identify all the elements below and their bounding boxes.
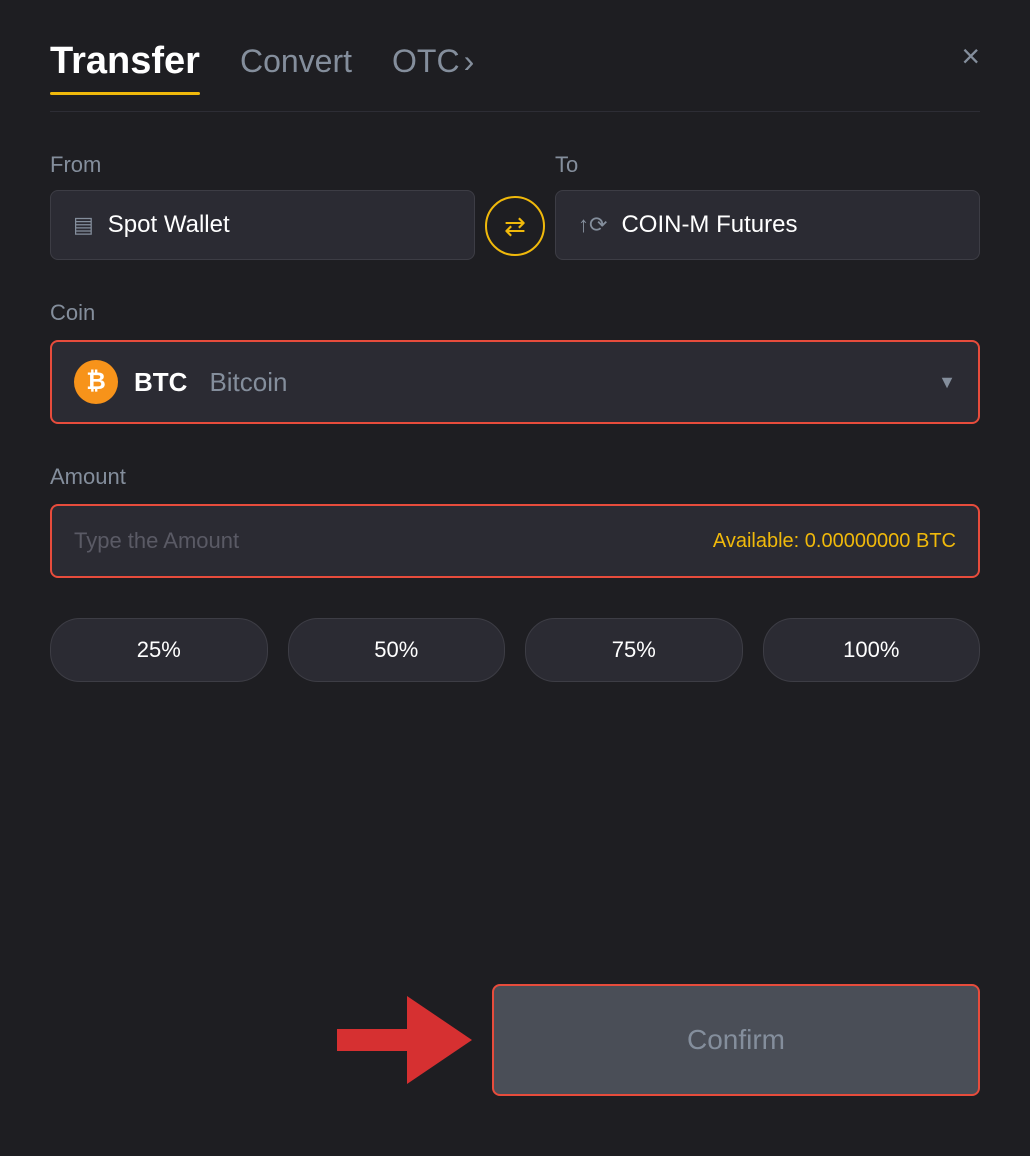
- header-divider: [50, 111, 980, 112]
- tab-otc[interactable]: OTC ›: [392, 43, 474, 92]
- to-futures-name: COIN-M Futures: [621, 211, 797, 239]
- amount-section: Amount Type the Amount Available: 0.0000…: [50, 464, 980, 578]
- available-value: 0.00000000 BTC: [805, 530, 956, 552]
- otc-chevron-icon: ›: [464, 43, 475, 80]
- bottom-section: Confirm: [50, 984, 980, 1096]
- coin-chevron-icon: ▼: [938, 372, 956, 393]
- from-label: From: [50, 152, 475, 178]
- pct-100-button[interactable]: 100%: [763, 618, 981, 682]
- close-button[interactable]: ×: [961, 40, 980, 72]
- tab-convert[interactable]: Convert: [240, 43, 352, 92]
- to-label: To: [555, 152, 980, 178]
- pct-50-button[interactable]: 50%: [288, 618, 506, 682]
- header-tabs: Transfer Convert OTC ›: [50, 40, 474, 95]
- arrow-tip: [407, 996, 472, 1084]
- amount-placeholder: Type the Amount: [74, 528, 239, 554]
- swap-icon: ⇄: [504, 211, 526, 242]
- from-wallet-selector[interactable]: ▤ Spot Wallet: [50, 190, 475, 260]
- futures-icon: ↑⟳: [578, 212, 607, 238]
- coin-section: Coin ₿ BTC Bitcoin ▼: [50, 300, 980, 424]
- swap-btn-container: ⇄: [475, 196, 555, 260]
- amount-input-box[interactable]: Type the Amount Available: 0.00000000 BT…: [50, 504, 980, 578]
- coin-label: Coin: [50, 300, 980, 326]
- pct-75-button[interactable]: 75%: [525, 618, 743, 682]
- pct-25-button[interactable]: 25%: [50, 618, 268, 682]
- confirm-button[interactable]: Confirm: [492, 984, 980, 1096]
- modal-container: Transfer Convert OTC › × From ▤ Spot Wal…: [0, 0, 1030, 1156]
- coin-full-name: Bitcoin: [209, 367, 287, 398]
- arrow-body: [337, 1029, 407, 1051]
- from-wallet-name: Spot Wallet: [108, 211, 230, 239]
- amount-label: Amount: [50, 464, 980, 490]
- to-futures-selector[interactable]: ↑⟳ COIN-M Futures: [555, 190, 980, 260]
- btc-icon: ₿: [74, 360, 118, 404]
- amount-available: Available: 0.00000000 BTC: [713, 530, 956, 553]
- tab-transfer[interactable]: Transfer: [50, 40, 200, 95]
- to-box: To ↑⟳ COIN-M Futures: [555, 152, 980, 260]
- wallet-icon: ▤: [73, 212, 94, 238]
- header: Transfer Convert OTC › ×: [50, 40, 980, 95]
- from-to-section: From ▤ Spot Wallet ⇄ To ↑⟳ COIN-M Future…: [50, 152, 980, 260]
- coin-selector[interactable]: ₿ BTC Bitcoin ▼: [50, 340, 980, 424]
- arrow-wrapper: [337, 996, 472, 1084]
- pct-buttons: 25% 50% 75% 100%: [50, 618, 980, 682]
- from-box: From ▤ Spot Wallet: [50, 152, 475, 260]
- coin-symbol: BTC: [134, 367, 187, 398]
- swap-button[interactable]: ⇄: [485, 196, 545, 256]
